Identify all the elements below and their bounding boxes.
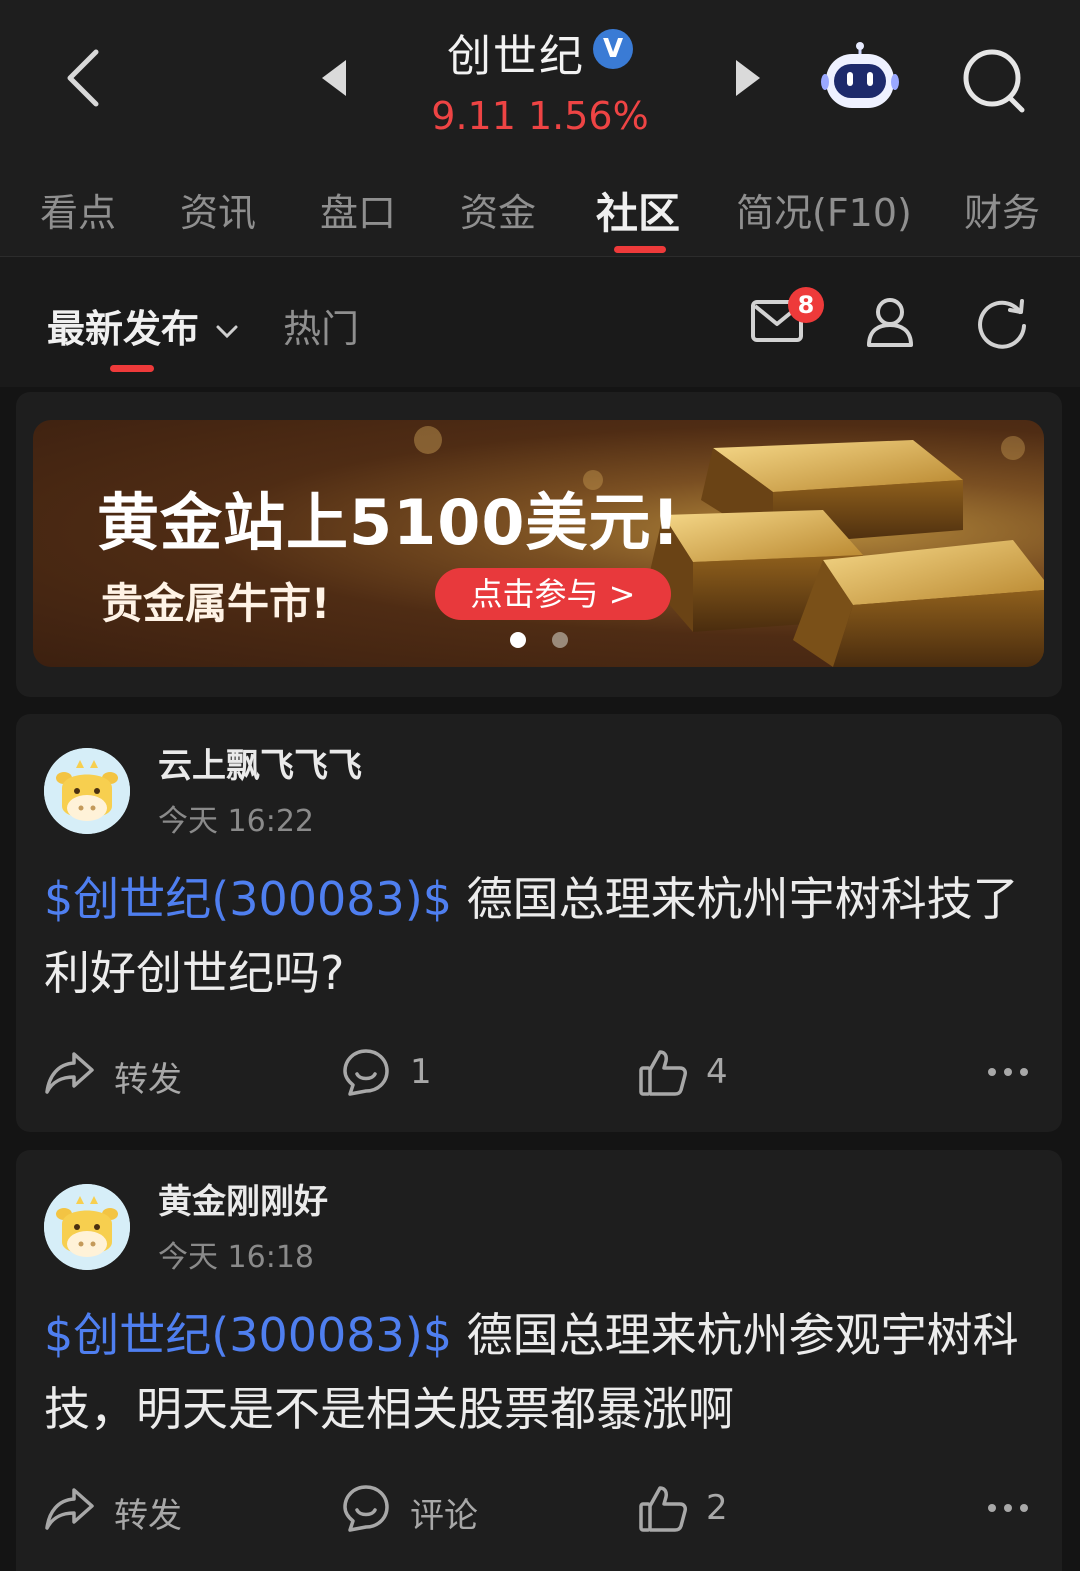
search-icon (963, 49, 1025, 113)
forward-label[interactable]: 转发 (114, 1052, 182, 1101)
forward-label[interactable]: 转发 (114, 1488, 182, 1537)
stock-title: 创世纪 V (0, 20, 1080, 84)
post-time: 今天 16:18 (158, 1240, 314, 1275)
refresh-button[interactable] (976, 296, 1030, 350)
comment-bubble-icon (343, 1049, 389, 1096)
verified-badge-icon: V (593, 29, 633, 69)
comment-bubble-icon (343, 1485, 389, 1532)
stock-tag-link[interactable]: $创世纪(300083)$ (44, 1308, 452, 1362)
like-count: 4 (706, 1052, 728, 1092)
triangle-right-icon (736, 60, 760, 96)
post-card[interactable]: 云上飘飞飞飞 今天 16:22 $创世纪(300083)$ 德国总理来杭州宇树科… (16, 714, 1062, 1132)
my-profile-button[interactable] (864, 296, 916, 348)
comment-button[interactable] (342, 1484, 390, 1534)
active-tab-indicator (614, 246, 666, 253)
stock-change: 1.56% (527, 94, 649, 138)
promo-banner[interactable]: 黄金站上5100美元! 贵金属牛市! 点击参与 > (33, 420, 1044, 667)
tab-news[interactable]: 资讯 (180, 182, 256, 237)
cow-avatar-icon (44, 748, 130, 834)
thumbs-up-icon (639, 1050, 687, 1096)
stock-price: 9.11 (431, 94, 516, 138)
post-username[interactable]: 云上飘飞飞飞 (158, 738, 362, 787)
sort-hot-tab[interactable]: 热门 (283, 298, 359, 353)
more-dots-icon (988, 1504, 1028, 1512)
tab-capital[interactable]: 资金 (460, 182, 536, 237)
user-icon (867, 298, 913, 347)
tab-finance[interactable]: 财务 (964, 182, 1040, 237)
share-arrow-icon (45, 1052, 94, 1094)
tab-profile-f10[interactable]: 简况(F10) (736, 182, 912, 237)
sort-latest-dropdown[interactable]: 最新发布 (47, 298, 240, 353)
forward-button[interactable] (44, 1050, 96, 1096)
carousel-dot-active[interactable] (510, 632, 526, 648)
like-button[interactable] (638, 1048, 688, 1098)
stock-quote: 9.11 1.56% (0, 94, 1080, 138)
sort-indicator (110, 365, 154, 372)
comment-label[interactable]: 评论 (410, 1488, 478, 1537)
robot-assistant-button[interactable] (820, 40, 900, 114)
share-arrow-icon (45, 1488, 94, 1530)
banner-title: 黄金站上5100美元! (97, 486, 681, 559)
tab-orderbook[interactable]: 盘口 (320, 182, 396, 237)
avatar[interactable] (44, 748, 130, 834)
tab-highlights[interactable]: 看点 (40, 182, 116, 237)
like-button[interactable] (638, 1484, 688, 1534)
post-content[interactable]: $创世纪(300083)$ 德国总理来杭州参观宇树科技，明天是不是相关股票都暴涨… (44, 1298, 1024, 1446)
more-dots-icon (988, 1068, 1028, 1076)
robot-icon (821, 42, 899, 108)
message-count-badge: 8 (788, 287, 824, 323)
post-content[interactable]: $创世纪(300083)$ 德国总理来杭州宇树科技了 利好创世纪吗? (44, 862, 1024, 1010)
like-count: 2 (706, 1488, 728, 1528)
more-options-button[interactable] (986, 1500, 1030, 1516)
search-button[interactable] (960, 46, 1028, 114)
banner-subtitle: 贵金属牛市! (101, 579, 331, 628)
post-username[interactable]: 黄金刚刚好 (158, 1174, 328, 1223)
comment-count[interactable]: 1 (410, 1052, 432, 1092)
more-options-button[interactable] (986, 1064, 1030, 1080)
refresh-icon (978, 299, 1026, 349)
forward-button[interactable] (44, 1486, 96, 1532)
next-stock-button[interactable] (732, 58, 766, 98)
stock-name: 创世纪 (447, 31, 585, 82)
avatar[interactable] (44, 1184, 130, 1270)
banner-join-button[interactable]: 点击参与 > (435, 568, 671, 620)
comment-button[interactable] (342, 1048, 390, 1098)
carousel-dot[interactable] (552, 632, 568, 648)
sort-latest-label: 最新发布 (47, 307, 200, 351)
post-card[interactable]: 黄金刚刚好 今天 16:18 $创世纪(300083)$ 德国总理来杭州参观宇树… (16, 1150, 1062, 1571)
chevron-down-icon (216, 325, 238, 338)
tab-bar (0, 150, 1080, 257)
thumbs-up-icon (639, 1486, 687, 1532)
tab-community[interactable]: 社区 (596, 180, 680, 241)
stock-tag-link[interactable]: $创世纪(300083)$ (44, 872, 452, 926)
post-time: 今天 16:22 (158, 804, 314, 839)
cow-avatar-icon (44, 1184, 130, 1270)
